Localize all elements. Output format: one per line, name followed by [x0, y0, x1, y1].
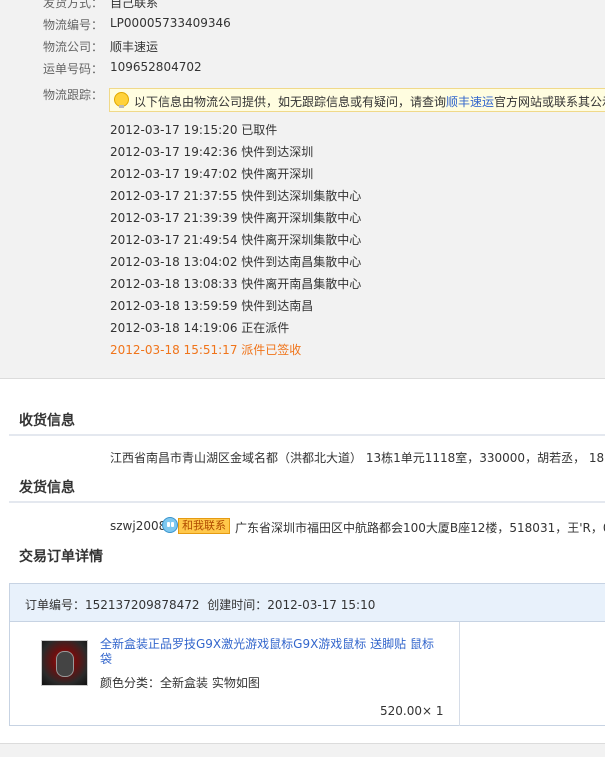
contact-me-label[interactable]: 和我联系 [178, 518, 230, 534]
logistics-panel: 发货方式： 自己联系 物流编号： LP00005733409346 物流公司： … [0, 0, 605, 379]
logistics-no-value: LP00005733409346 [110, 16, 231, 30]
column-divider [459, 622, 460, 726]
section-divider [9, 501, 605, 503]
order-section-title: 交易订单详情 [19, 549, 103, 565]
section-divider [9, 434, 605, 436]
bottom-panel [0, 743, 605, 757]
tracking-event: 2012-03-17 19:47:02 快件离开深圳 [110, 167, 314, 181]
order-detail-box: 订单编号：152137209878472 创建时间：2012-03-17 15:… [9, 583, 605, 726]
created-time: 2012-03-17 15:10 [267, 598, 376, 612]
waybill-value: 109652804702 [110, 60, 202, 74]
receiver-section-title: 收货信息 [19, 413, 75, 429]
tracking-event: 2012-03-18 13:59:59 快件到达南昌 [110, 299, 314, 313]
tracking-notice: 以下信息由物流公司提供，如无跟踪信息或有疑问，请查询顺丰速运官方网站或联系其公示 [109, 88, 605, 112]
lightbulb-icon [114, 92, 129, 108]
contact-me-button[interactable]: 和我联系 [162, 517, 230, 534]
logistics-no-label: 物流编号： [43, 18, 104, 32]
order-meta: 订单编号：152137209878472 创建时间：2012-03-17 15:… [25, 596, 375, 613]
sender-username[interactable]: szwj2008 [110, 519, 166, 533]
tracking-event: 2012-03-18 14:19:06 正在派件 [110, 321, 290, 335]
company-value: 顺丰速运 [110, 40, 159, 54]
order-number: 152137209878472 [85, 598, 200, 612]
wangwang-icon[interactable] [162, 517, 178, 533]
tracking-event: 2012-03-17 19:42:36 快件到达深圳 [110, 145, 314, 159]
notice-text: 以下信息由物流公司提供，如无跟踪信息或有疑问，请查询顺丰速运官方网站或联系其公示 [134, 93, 605, 110]
ship-method-value: 自己联系 [110, 0, 159, 10]
product-attribute: 颜色分类：全新盒装 实物如图 [100, 676, 260, 690]
notice-after: 官方网站或联系其公示 [494, 95, 605, 109]
notice-before: 以下信息由物流公司提供，如无跟踪信息或有疑问，请查询 [134, 95, 447, 109]
ship-method-label: 发货方式： [43, 0, 104, 10]
waybill-label: 运单号码： [43, 62, 104, 76]
order-header: 订单编号：152137209878472 创建时间：2012-03-17 15:… [10, 584, 605, 622]
tracking-event-latest: 2012-03-18 15:51:17 派件已签收 [110, 343, 302, 357]
sender-section-title: 发货信息 [19, 480, 75, 496]
tracking-event: 2012-03-18 13:04:02 快件到达南昌集散中心 [110, 255, 362, 269]
notice-courier-link[interactable]: 顺丰速运 [446, 95, 494, 109]
tracking-event: 2012-03-17 21:39:39 快件离开深圳集散中心 [110, 211, 362, 225]
tracking-label: 物流跟踪： [43, 88, 104, 102]
product-price: 520.00× 1 [380, 704, 444, 718]
tracking-event: 2012-03-18 13:08:33 快件离开南昌集散中心 [110, 277, 362, 291]
order-number-label: 订单编号： [25, 598, 86, 612]
order-item: 全新盒装正品罗技G9X激光游戏鼠标G9X游戏鼠标 送脚贴 鼠标袋 颜色分类：全新… [10, 622, 605, 726]
tracking-event: 2012-03-17 21:49:54 快件离开深圳集散中心 [110, 233, 362, 247]
company-label: 物流公司： [43, 40, 104, 54]
receiver-address: 江西省南昌市青山湖区金域名都（洪都北大道） 13栋1单元1118室，330000… [110, 451, 605, 465]
created-time-label: 创建时间： [207, 598, 268, 612]
tracking-event: 2012-03-17 21:37:55 快件到达深圳集散中心 [110, 189, 362, 203]
product-name-link[interactable]: 全新盒装正品罗技G9X激光游戏鼠标G9X游戏鼠标 送脚贴 鼠标袋 [100, 637, 445, 667]
product-thumbnail[interactable] [41, 640, 88, 686]
sender-address: 广东省深圳市福田区中航路都会100大厦B座12楼，518031，王'R，07 [235, 521, 605, 535]
tracking-event: 2012-03-17 19:15:20 已取件 [110, 123, 278, 137]
